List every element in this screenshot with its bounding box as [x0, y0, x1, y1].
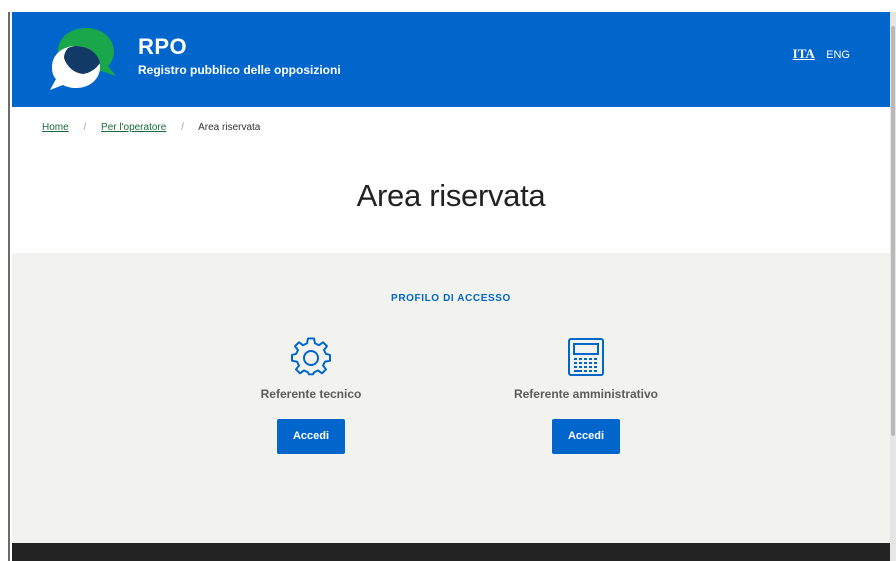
breadcrumb-current: Area riservata [198, 122, 261, 133]
site-footer [12, 543, 890, 561]
brand-title[interactable]: RPO [138, 34, 187, 60]
gear-icon [291, 337, 331, 376]
breadcrumb-operatore-link[interactable]: Per l'operatore [101, 122, 166, 133]
window-top-edge [0, 0, 896, 12]
breadcrumb-separator: / [83, 122, 87, 133]
breadcrumb-separator: / [181, 122, 184, 133]
page: RPO Registro pubblico delle opposizioni … [12, 12, 890, 561]
page-title: Area riservata [356, 178, 546, 213]
accedi-tecnico-button[interactable]: Accedi [277, 419, 345, 454]
calculator-icon [568, 338, 604, 376]
profile-label-amministrativo: Referente amministrativo [513, 387, 659, 401]
lang-ita-link[interactable]: ITA [793, 46, 815, 61]
language-switcher: ITA ENG [793, 46, 850, 62]
window-left-edge [0, 12, 10, 561]
vertical-scrollbar[interactable] [890, 12, 896, 561]
scrollbar-thumb[interactable] [891, 26, 895, 436]
speech-bubbles-logo-icon[interactable] [46, 24, 124, 92]
browser-viewport: RPO Registro pubblico delle opposizioni … [0, 0, 896, 561]
profile-card-amministrativo: Referente amministrativo Accedi [476, 337, 696, 454]
accedi-amministrativo-button[interactable]: Accedi [552, 419, 620, 454]
access-profile-heading: PROFILO DI ACCESSO [391, 293, 511, 304]
brand-subtitle[interactable]: Registro pubblico delle opposizioni [138, 63, 341, 77]
access-profile-section: PROFILO DI ACCESSO Referente tecnico Acc… [12, 253, 890, 543]
lang-eng-link[interactable]: ENG [826, 49, 850, 61]
breadcrumb: Home / Per l'operatore / Area riservata [42, 122, 260, 133]
profile-card-tecnico: Referente tecnico Accedi [201, 337, 421, 454]
site-header: RPO Registro pubblico delle opposizioni … [12, 12, 890, 107]
profile-label-tecnico: Referente tecnico [260, 387, 362, 401]
breadcrumb-home-link[interactable]: Home [42, 122, 69, 133]
